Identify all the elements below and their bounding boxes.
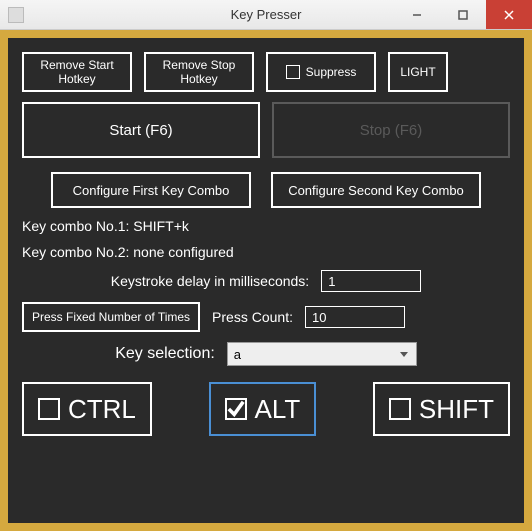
key-selection-dropdown[interactable]: a — [227, 342, 417, 366]
combo1-text: Key combo No.1: SHIFT+k — [22, 218, 510, 234]
ctrl-modifier-toggle[interactable]: CTRL — [22, 382, 152, 436]
shift-checkbox-icon — [389, 398, 411, 420]
key-selection-label: Key selection: — [115, 345, 215, 363]
main-panel: Remove Start Hotkey Remove Stop Hotkey S… — [8, 38, 524, 523]
close-button[interactable] — [486, 0, 532, 29]
suppress-checkbox-icon — [286, 65, 300, 79]
close-icon — [504, 10, 514, 20]
alt-modifier-toggle[interactable]: ALT — [209, 382, 317, 436]
delay-label: Keystroke delay in milliseconds: — [111, 273, 309, 289]
press-fixed-button[interactable]: Press Fixed Number of Times — [22, 302, 200, 332]
configure-first-combo-button[interactable]: Configure First Key Combo — [51, 172, 251, 208]
alt-label: ALT — [255, 394, 301, 425]
maximize-icon — [458, 10, 468, 20]
suppress-toggle[interactable]: Suppress — [266, 52, 376, 92]
app-icon — [8, 7, 24, 23]
remove-stop-hotkey-button[interactable]: Remove Stop Hotkey — [144, 52, 254, 92]
ctrl-checkbox-icon — [38, 398, 60, 420]
press-count-label: Press Count: — [212, 309, 293, 325]
press-count-input[interactable] — [305, 306, 405, 328]
suppress-label: Suppress — [306, 65, 357, 79]
start-button[interactable]: Start (F6) — [22, 102, 260, 158]
light-button[interactable]: LIGHT — [388, 52, 448, 92]
titlebar: Key Presser — [0, 0, 532, 30]
delay-input[interactable] — [321, 270, 421, 292]
key-selection-value: a — [234, 347, 241, 362]
configure-second-combo-button[interactable]: Configure Second Key Combo — [271, 172, 481, 208]
shift-modifier-toggle[interactable]: SHIFT — [373, 382, 510, 436]
minimize-button[interactable] — [394, 0, 440, 29]
combo2-text: Key combo No.2: none configured — [22, 244, 510, 260]
alt-checkbox-icon — [225, 398, 247, 420]
shift-label: SHIFT — [419, 394, 494, 425]
maximize-button[interactable] — [440, 0, 486, 29]
remove-start-hotkey-button[interactable]: Remove Start Hotkey — [22, 52, 132, 92]
ctrl-label: CTRL — [68, 394, 136, 425]
minimize-icon — [412, 10, 422, 20]
stop-button[interactable]: Stop (F6) — [272, 102, 510, 158]
